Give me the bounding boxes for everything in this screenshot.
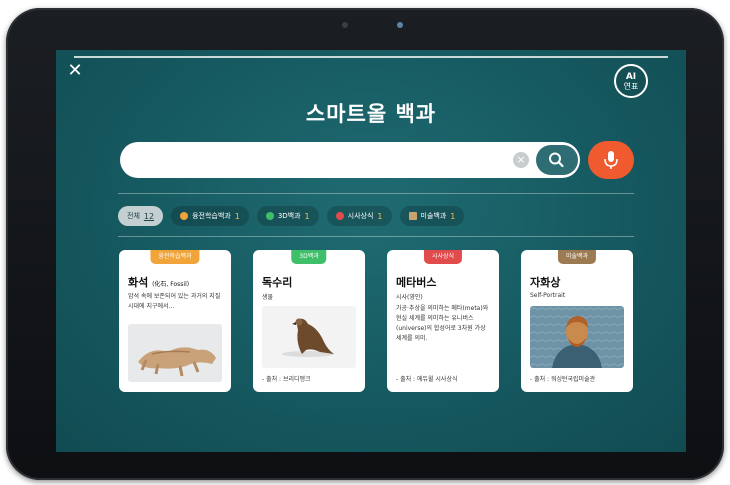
- divider-line: [118, 236, 634, 237]
- voice-search-button[interactable]: [588, 141, 634, 179]
- badge-bottom-label: 연표: [623, 82, 639, 91]
- filter-count: 12: [143, 211, 155, 221]
- filter-label: 융전학습백과: [192, 212, 231, 220]
- filter-3d[interactable]: 3D백과 1: [256, 206, 319, 226]
- search-icon: [549, 152, 564, 168]
- badge-top-label: AI: [625, 72, 637, 82]
- card-title-text: 화석: [128, 276, 149, 289]
- filter-label: 미술백과: [420, 212, 447, 220]
- card-source: - 출처 : 브리디맹크: [262, 376, 311, 383]
- app-screen: ✕ AI 연표 스마트올 백과 × 전체 12 융전학습백과 1 3D백과 1 …: [56, 50, 686, 452]
- card-text: 암석 속에 보존되어 있는 과거의 지질시대에 지구에서...: [128, 293, 221, 310]
- filter-label: 전체: [127, 212, 140, 220]
- self-portrait-image: [530, 306, 624, 368]
- filter-count: 1: [304, 211, 310, 221]
- ai-timeline-button[interactable]: AI 연표: [614, 64, 648, 98]
- card-source: - 출처 : 에듀윌 시사상식: [396, 376, 458, 383]
- result-card-metaverse[interactable]: 시사상식 메타버스 시사(영인) 가공·추상을 의미하는 메타(meta)와 현…: [387, 250, 499, 392]
- filter-learning[interactable]: 융전학습백과 1: [171, 206, 249, 226]
- filter-chips: 전체 12 융전학습백과 1 3D백과 1 시사상식 1 미술백과 1: [118, 206, 465, 226]
- card-tag: 3D백과: [291, 250, 327, 264]
- museum-icon: [408, 212, 417, 220]
- search-button[interactable]: [536, 145, 578, 175]
- filter-count: 1: [377, 211, 383, 221]
- card-subtitle: 생물: [262, 294, 274, 301]
- card-subtitle: 시사(영인): [396, 294, 423, 301]
- card-title: 자화상: [530, 276, 561, 289]
- filter-all[interactable]: 전체 12: [118, 206, 164, 226]
- top-divider: [74, 56, 668, 58]
- card-text: 가공·추상을 의미하는 메타(meta)와 현실 세계를 의미하는 유니버스(u…: [396, 305, 489, 342]
- result-card-eagle[interactable]: 3D백과 독수리 생물 - 출처 : 브리디맹크: [253, 250, 365, 392]
- card-tag: 시사상식: [423, 250, 463, 264]
- fossil-image: [128, 324, 222, 382]
- result-card-fossil[interactable]: 융전학습백과 화석 (化石, Fossil) 암석 속에 보존되어 있는 과거의…: [119, 250, 231, 392]
- card-title-note: (化石, Fossil): [152, 281, 190, 288]
- search-bar: ×: [120, 142, 580, 178]
- filter-label: 3D백과: [277, 212, 301, 220]
- filter-current-affairs[interactable]: 시사상식 1: [326, 206, 392, 226]
- card-source: - 출처 : 워싱턴국립미술관: [530, 376, 596, 383]
- tablet-frame: ✕ AI 연표 스마트올 백과 × 전체 12 융전학습백과 1 3D백과 1 …: [6, 8, 724, 480]
- card-tag: 융전학습백과: [150, 250, 200, 264]
- close-icon[interactable]: ✕: [66, 62, 84, 80]
- camera-sensor: [342, 22, 348, 28]
- card-title: 화석 (化石, Fossil): [128, 274, 189, 290]
- eagle-image: [262, 306, 356, 368]
- filter-count: 1: [234, 211, 240, 221]
- card-subtitle: Self-Portrait: [530, 292, 566, 299]
- filter-label: 시사상식: [347, 212, 374, 220]
- card-tag: 미술백과: [557, 250, 597, 264]
- search-input[interactable]: [134, 150, 504, 170]
- card-title: 독수리: [262, 276, 293, 289]
- filter-count: 1: [450, 211, 456, 221]
- book-icon: [180, 212, 189, 220]
- mic-icon: [604, 151, 618, 169]
- 3d-icon: [265, 212, 274, 220]
- card-title: 메타버스: [396, 276, 437, 289]
- pin-icon: [335, 212, 344, 220]
- filter-art[interactable]: 미술백과 1: [399, 206, 465, 226]
- result-card-self-portrait[interactable]: 미술백과 자화상 Self-Portrait - 출처: 워싱턴국립미술관: [521, 250, 633, 392]
- clear-icon[interactable]: ×: [513, 152, 529, 168]
- camera-lens: [397, 22, 403, 28]
- page-title: 스마트올 백과: [305, 102, 437, 126]
- divider-line: [118, 193, 634, 194]
